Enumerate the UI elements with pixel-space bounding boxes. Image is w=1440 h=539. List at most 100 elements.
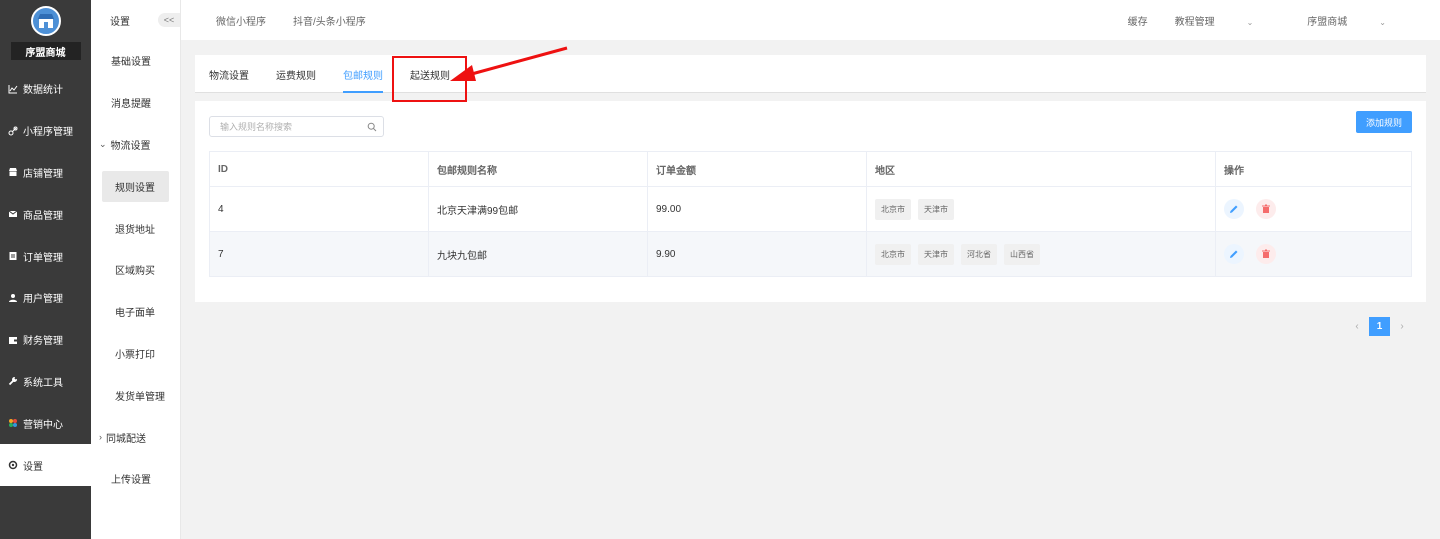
region-tag: 北京市 <box>875 198 911 220</box>
edit-button[interactable] <box>1224 199 1244 219</box>
submenu-item-rules[interactable]: 规则设置 <box>91 165 180 207</box>
col-name: 包邮规则名称 <box>428 151 648 187</box>
next-page-button[interactable]: › <box>1390 321 1414 332</box>
chevron-down-icon: ⌄ <box>1379 17 1386 27</box>
sidebar-item-label: 数据统计 <box>23 85 63 97</box>
tutorial-menu[interactable]: 教程管理 ⌄ <box>1175 13 1281 28</box>
submenu-item-label: 规则设置 <box>102 170 169 202</box>
submenu-group-label: 物流设置 <box>110 140 151 152</box>
sidebar-item-marketing[interactable]: 营销中心 <box>0 402 91 444</box>
pagination: ‹ 1 › <box>1345 317 1414 336</box>
link-icon <box>8 126 18 136</box>
cache-link[interactable]: 缓存 <box>1128 13 1148 28</box>
sidebar-item-store[interactable]: 店铺管理 <box>0 152 91 194</box>
region-tag: 天津市 <box>918 243 954 265</box>
sidebar-item-label: 设置 <box>23 461 43 473</box>
tabs-card: 物流设置 运费规则 包邮规则 起送规则 <box>195 55 1426 93</box>
account-label: 序盟商城 <box>1307 16 1348 28</box>
table-row: 4 北京天津满99包邮 99.00 北京市 天津市 <box>209 186 1412 232</box>
user-icon <box>9 293 17 302</box>
marketing-icon <box>9 419 17 428</box>
sidebar-item-stats[interactable]: 数据统计 <box>0 68 91 110</box>
sidebar-item-goods[interactable]: 商品管理 <box>0 193 91 235</box>
sidebar-item-settings[interactable]: 设置 <box>0 444 91 486</box>
account-menu[interactable]: 序盟商城 ⌄ <box>1307 13 1413 28</box>
submenu-item-upload[interactable]: 上传设置 <box>91 458 180 500</box>
edit-button[interactable] <box>1224 244 1244 264</box>
chart-icon <box>8 84 18 94</box>
tab-freight-rules[interactable]: 运费规则 <box>276 55 316 93</box>
top-bar: 微信小程序 抖音/头条小程序 缓存 教程管理 ⌄ 序盟商城 ⌄ <box>181 0 1440 40</box>
submenu-item-basic[interactable]: 基础设置 <box>91 40 180 82</box>
top-link-wechat[interactable]: 微信小程序 <box>216 13 266 28</box>
mail-icon <box>8 210 18 218</box>
submenu-title: 设置 <box>110 16 130 28</box>
submenu-header: 设置 << <box>91 0 180 40</box>
main-sidebar: 序盟商城 数据统计 小程序管理 店铺管理 商品管理 订单管理 用户管理 财务管理… <box>0 0 91 539</box>
tab-free-shipping-rules[interactable]: 包邮规则 <box>343 55 383 93</box>
col-id: ID <box>209 151 429 187</box>
cell-amount: 9.90 <box>647 231 867 277</box>
delete-button[interactable] <box>1255 199 1276 219</box>
submenu-group-logistics[interactable]: ⌄ 物流设置 <box>91 124 180 166</box>
trash-icon <box>1261 204 1270 213</box>
search-icon <box>367 122 377 131</box>
table-row: 7 九块九包邮 9.90 北京市 天津市 河北省 山西省 <box>209 231 1412 277</box>
cell-name: 北京天津满99包邮 <box>428 186 648 232</box>
sidebar-item-orders[interactable]: 订单管理 <box>0 235 91 277</box>
col-region: 地区 <box>866 151 1216 187</box>
cell-id: 7 <box>209 231 429 277</box>
tutorial-label: 教程管理 <box>1174 16 1215 28</box>
shop-logo[interactable] <box>30 6 61 36</box>
chevron-down-icon: ⌄ <box>1246 17 1254 27</box>
store-icon <box>9 168 17 177</box>
sidebar-item-users[interactable]: 用户管理 <box>0 277 91 319</box>
sidebar-item-label: 营销中心 <box>23 419 63 431</box>
top-link-douyin[interactable]: 抖音/头条小程序 <box>293 13 366 28</box>
cell-name: 九块九包邮 <box>428 231 648 277</box>
sidebar-item-label: 小程序管理 <box>23 127 73 139</box>
submenu-item-e-waybill[interactable]: 电子面单 <box>91 291 180 333</box>
prev-page-button[interactable]: ‹ <box>1345 321 1369 332</box>
add-rule-button[interactable]: 添加规则 <box>1356 111 1412 133</box>
submenu-item-return-address[interactable]: 退货地址 <box>91 207 180 249</box>
pencil-icon <box>1230 250 1238 258</box>
col-amount: 订单金额 <box>647 151 867 187</box>
collapse-button[interactable]: << <box>158 13 180 27</box>
search-input[interactable]: 输入规则名称搜索 <box>209 116 384 137</box>
sidebar-item-label: 订单管理 <box>23 252 63 264</box>
delete-button[interactable] <box>1255 244 1276 264</box>
rules-table: ID 包邮规则名称 订单金额 地区 操作 4 北京天津满99包邮 99.00 北… <box>209 151 1412 277</box>
chevron-down-icon: ⌄ <box>99 138 107 149</box>
sidebar-item-tools[interactable]: 系统工具 <box>0 361 91 403</box>
cell-regions: 北京市 天津市 河北省 山西省 <box>866 231 1216 277</box>
tab-logistics[interactable]: 物流设置 <box>209 55 249 93</box>
top-right-menu: 缓存 教程管理 ⌄ 序盟商城 ⌄ <box>1128 13 1440 28</box>
sidebar-item-label: 店铺管理 <box>23 168 63 180</box>
submenu-item-receipt-print[interactable]: 小票打印 <box>91 333 180 375</box>
rule-tabs: 物流设置 运费规则 包邮规则 起送规则 <box>195 55 1426 93</box>
sidebar-item-miniprogram[interactable]: 小程序管理 <box>0 110 91 152</box>
shop-name: 序盟商城 <box>10 42 81 60</box>
cell-amount: 99.00 <box>647 186 867 232</box>
region-tag: 山西省 <box>1004 243 1040 265</box>
submenu-item-region-purchase[interactable]: 区域购买 <box>91 249 180 291</box>
submenu-item-notify[interactable]: 消息提醒 <box>91 82 180 124</box>
cell-regions: 北京市 天津市 <box>866 186 1216 232</box>
sidebar-item-label: 用户管理 <box>23 294 63 306</box>
region-tag: 河北省 <box>961 243 997 265</box>
cell-actions <box>1215 186 1412 232</box>
col-actions: 操作 <box>1215 151 1412 187</box>
sidebar-item-label: 系统工具 <box>23 377 63 389</box>
sidebar-item-finance[interactable]: 财务管理 <box>0 319 91 361</box>
gear-icon <box>8 460 18 470</box>
cell-actions <box>1215 231 1412 277</box>
submenu-group-city-delivery[interactable]: › 同城配送 <box>91 416 180 458</box>
submenu-group-label: 同城配送 <box>106 433 146 445</box>
submenu-item-invoice-manage[interactable]: 发货单管理 <box>91 374 180 416</box>
page-number-button[interactable]: 1 <box>1369 317 1390 336</box>
search-placeholder: 输入规则名称搜索 <box>220 122 293 132</box>
region-tag: 北京市 <box>875 243 911 265</box>
annotation-arrow <box>450 46 568 81</box>
trash-icon <box>1261 249 1270 258</box>
